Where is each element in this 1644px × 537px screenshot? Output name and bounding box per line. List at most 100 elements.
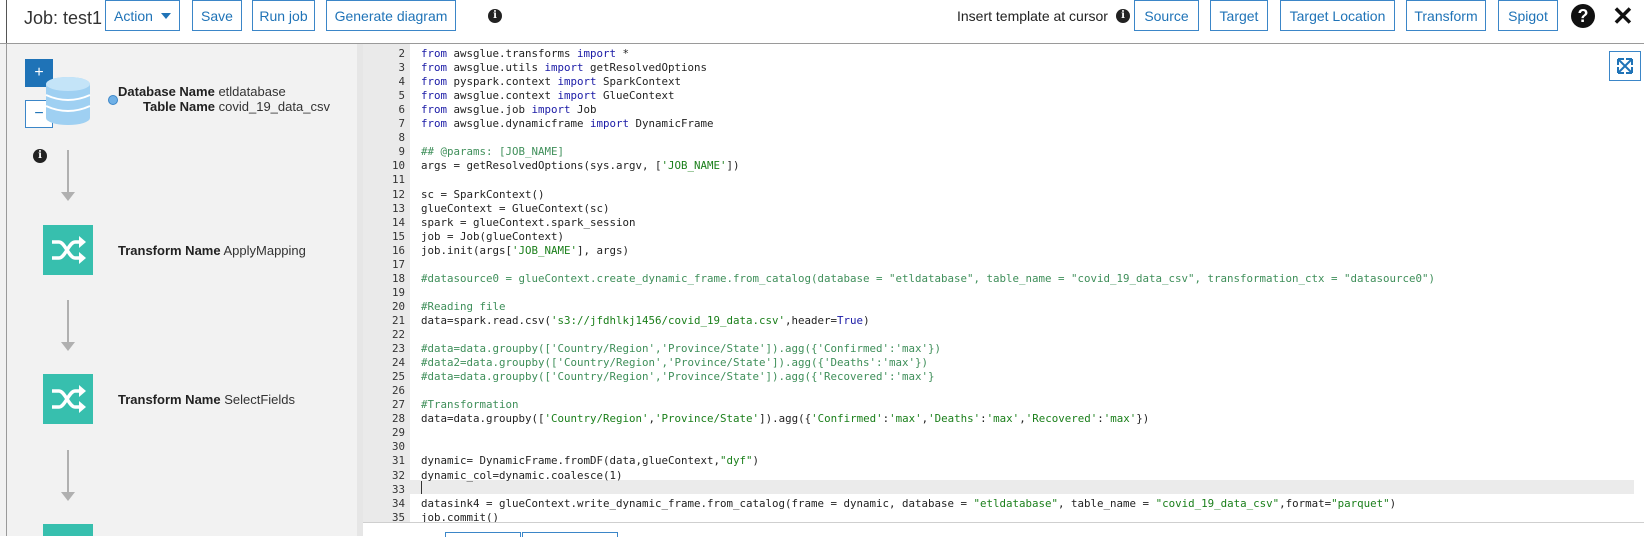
code-line[interactable]: job = Job(glueContext)	[421, 230, 564, 243]
shuffle-icon[interactable]	[43, 374, 93, 424]
code-line[interactable]: from awsglue.job import Job	[421, 103, 597, 116]
code-line[interactable]: data=data.groupby(['Country/Region','Pro…	[421, 412, 1149, 425]
transform-template-button[interactable]: Transform	[1406, 0, 1486, 31]
code-token: ## @params: [JOB_NAME]	[421, 145, 565, 159]
code-line[interactable]: #Reading file	[421, 300, 506, 313]
code-line[interactable]: #data=data.groupby(['Country/Region','Pr…	[421, 370, 935, 383]
code-token: ,header=	[785, 313, 838, 327]
code-token: from	[421, 103, 448, 117]
close-icon[interactable]: ✕	[1612, 2, 1634, 30]
code-token: import	[557, 89, 597, 103]
code-line[interactable]: datasink4 = glueContext.write_dynamic_fr…	[421, 497, 1396, 510]
job-toolbar: Job: test1 Action Save Run job Generate …	[0, 0, 1644, 44]
shuffle-icon[interactable]	[43, 225, 93, 275]
code-token: from	[421, 89, 448, 103]
line-number: 2	[398, 47, 405, 60]
code-line[interactable]: spark = glueContext.spark_session	[421, 216, 636, 229]
line-number: 9	[398, 145, 405, 159]
code-line[interactable]: job.init(args['JOB_NAME'], args)	[421, 244, 629, 257]
code-line[interactable]: #datasource0 = glueContext.create_dynami…	[421, 272, 1435, 285]
info-icon[interactable]: i	[488, 9, 502, 23]
info-icon[interactable]: i	[1116, 9, 1130, 23]
code-line[interactable]: from awsglue.transforms import *	[421, 47, 629, 60]
source-node-table[interactable]: Table Name covid_19_data_csv	[143, 99, 330, 114]
line-number: 15	[391, 229, 405, 243]
question-circle-icon[interactable]: ?	[1571, 4, 1595, 28]
code-token: args = getResolvedOptions(sys.argv, [	[421, 159, 662, 173]
script-editor[interactable]: 2 from awsglue.transforms import * 3 from a…	[363, 44, 1644, 524]
source-node-database[interactable]: Database Name etldatabase	[118, 84, 286, 99]
code-token: )	[752, 454, 760, 468]
line-number: 25	[391, 370, 405, 384]
code-line[interactable]: #data2=data.groupby(['Country/Region','P…	[421, 356, 928, 369]
editor-tab[interactable]	[522, 532, 618, 537]
source-template-button[interactable]: Source	[1134, 0, 1199, 31]
expand-editor-button[interactable]	[1609, 51, 1641, 81]
info-icon[interactable]: i	[33, 149, 47, 163]
line-number: 21	[391, 313, 405, 327]
code-token: pyspark.context	[447, 75, 558, 89]
line-number: 28	[391, 412, 405, 426]
code-line[interactable]: from awsglue.dynamicframe import Dynamic…	[421, 117, 714, 130]
code-token: "etldatabase"	[973, 496, 1059, 510]
target-template-button[interactable]: Target	[1210, 0, 1268, 31]
line-number: 16	[391, 243, 405, 257]
line-number: 3	[398, 61, 405, 75]
code-line[interactable]: from awsglue.context import GlueContext	[421, 89, 675, 102]
line-number: 13	[391, 201, 405, 215]
code-token: "dyf"	[720, 454, 753, 468]
code-token: 'max'	[986, 412, 1020, 426]
spigot-template-button[interactable]: Spigot	[1498, 0, 1558, 31]
run-job-button[interactable]: Run job	[252, 0, 315, 31]
code-line[interactable]: from awsglue.utils import getResolvedOpt…	[421, 61, 707, 74]
transform-node-2[interactable]: Transform Name SelectFields	[118, 392, 295, 407]
editor-tab[interactable]	[445, 532, 521, 537]
code-line[interactable]: #Transformation	[421, 398, 519, 411]
save-button[interactable]: Save	[192, 0, 242, 31]
shuffle-icon[interactable]	[43, 524, 93, 536]
code-line[interactable]: ## @params: [JOB_NAME]	[421, 145, 564, 158]
code-token: True	[837, 313, 864, 327]
code-token: #data=data.groupby(['Country/Region','Pr…	[421, 342, 942, 356]
line-number: 34	[391, 496, 405, 510]
table-name-value: covid_19_data_csv	[218, 99, 330, 114]
code-line[interactable]: data=spark.read.csv('s3://jfdhlkj1456/co…	[421, 314, 870, 327]
toolbar-divider	[6, 0, 7, 43]
generate-diagram-button[interactable]: Generate diagram	[326, 0, 456, 31]
line-number: 6	[398, 103, 405, 117]
code-token: 'Country/Region'	[544, 412, 649, 426]
line-number: 32	[391, 468, 405, 482]
transform-name-key: Transform Name	[118, 392, 221, 407]
code-token: 'JOB_NAME'	[661, 159, 727, 173]
code-line[interactable]: from pyspark.context import SparkContext	[421, 75, 681, 88]
code-token: sc = SparkContext()	[421, 187, 545, 201]
line-number: 18	[391, 271, 405, 285]
line-number: 8	[398, 131, 405, 145]
editor-scrollbar[interactable]	[1634, 84, 1644, 520]
connection-handle[interactable]	[108, 95, 118, 105]
code-token: 's3://jfdhlkj1456/covid_19_data.csv'	[551, 313, 786, 327]
transform-name-key: Transform Name	[118, 243, 221, 258]
code-line[interactable]: glueContext = GlueContext(sc)	[421, 202, 610, 215]
table-name-key: Table Name	[143, 99, 216, 114]
code-token: import	[577, 47, 617, 60]
target-location-template-button[interactable]: Target Location	[1280, 0, 1395, 31]
flow-arrow	[61, 150, 75, 202]
code-token: awsglue.job	[447, 103, 532, 117]
database-name-value: etldatabase	[218, 84, 286, 99]
code-line[interactable]: dynamic_col=dynamic.coalesce(1)	[421, 469, 623, 482]
code-token: 'Recovered'	[1025, 412, 1098, 426]
line-number: 5	[398, 89, 405, 103]
code-token: *	[616, 47, 630, 60]
code-token: from	[421, 117, 448, 131]
transform-node-1[interactable]: Transform Name ApplyMapping	[118, 243, 306, 258]
code-token: ]).agg({	[759, 412, 812, 426]
code-token: "covid_19_data_csv"	[1155, 496, 1280, 510]
action-dropdown-button[interactable]: Action	[105, 0, 180, 31]
line-number: 24	[391, 356, 405, 370]
code-line[interactable]: sc = SparkContext()	[421, 188, 545, 201]
code-line[interactable]: #data=data.groupby(['Country/Region','Pr…	[421, 342, 941, 355]
code-line[interactable]: dynamic= DynamicFrame.fromDF(data,glueCo…	[421, 454, 759, 467]
code-line[interactable]: args = getResolvedOptions(sys.argv, ['JO…	[421, 159, 740, 172]
code-token: SparkContext	[596, 75, 682, 89]
